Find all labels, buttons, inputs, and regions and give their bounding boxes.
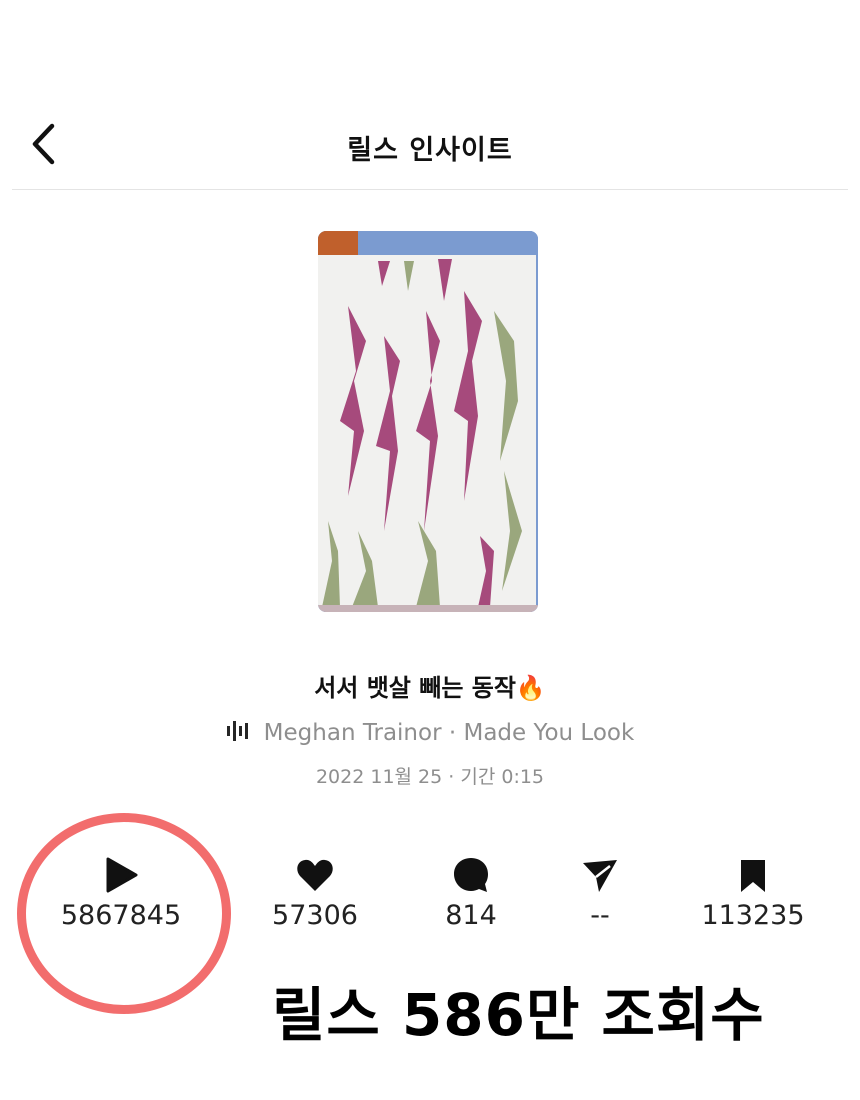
audio-wave-icon — [226, 720, 248, 741]
stat-likes: 57306 — [230, 855, 400, 931]
reel-thumbnail-image — [318, 231, 538, 612]
highlight-circle — [17, 813, 231, 1014]
share-icon — [583, 860, 617, 892]
page-title: 릴스 인사이트 — [347, 135, 513, 166]
stat-shares-value: -- — [590, 900, 610, 931]
reel-date-duration: 2022 11월 25 · 기간 0:15 — [315, 766, 545, 788]
comment-icon — [454, 858, 488, 892]
bookmark-icon — [741, 860, 765, 892]
heart-icon — [297, 859, 333, 891]
stat-shares: -- — [515, 855, 685, 931]
stat-likes-value: 57306 — [272, 900, 358, 931]
reel-thumbnail[interactable] — [318, 231, 538, 612]
audio-info[interactable]: Meghan Trainor · Made You Look — [0, 720, 860, 746]
reel-caption: 서서 뱃살 빼는 동작🔥 — [314, 674, 546, 702]
overlay-caption: 릴스 586만 조회수 — [272, 981, 765, 1049]
stat-saves: 113235 — [668, 855, 838, 931]
audio-track-label: Meghan Trainor · Made You Look — [263, 720, 635, 746]
header-bar: 릴스 인사이트 — [0, 100, 860, 190]
stat-saves-value: 113235 — [701, 900, 805, 931]
header-divider — [12, 189, 848, 190]
